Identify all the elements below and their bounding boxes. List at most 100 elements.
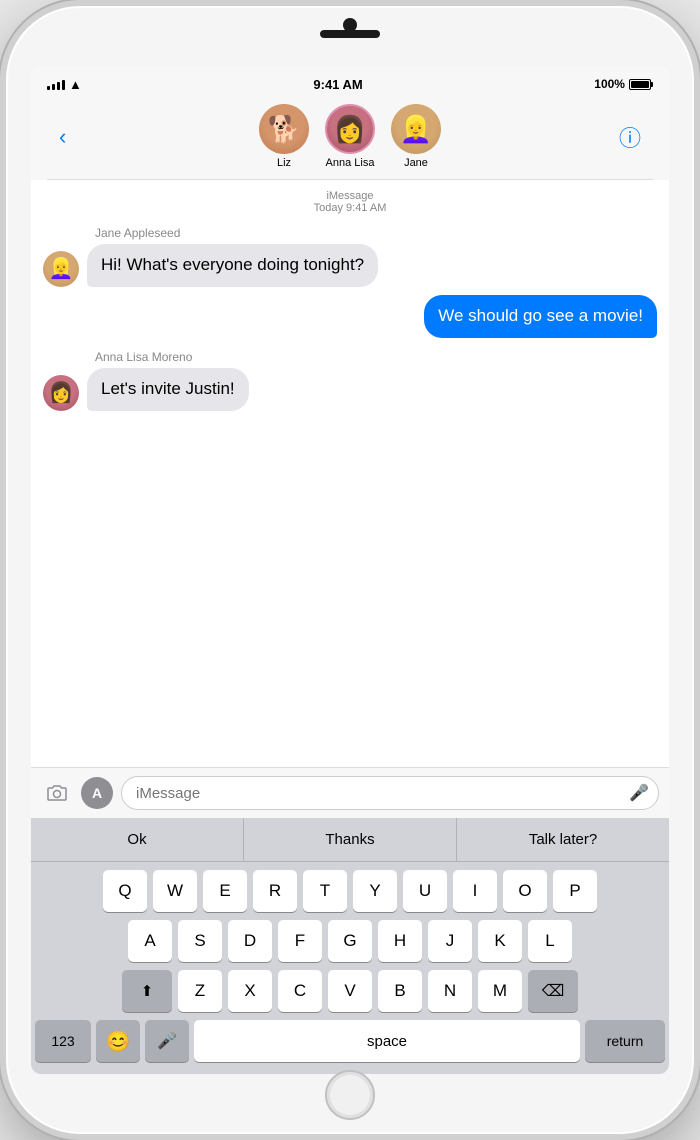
key-space[interactable]: space: [194, 1020, 580, 1062]
key-delete[interactable]: ⌫: [528, 970, 578, 1012]
predictive-talk-later[interactable]: Talk later?: [457, 818, 669, 861]
key-w[interactable]: W: [153, 870, 197, 912]
home-button[interactable]: [325, 1070, 375, 1120]
message-row-2: We should go see a movie!: [43, 295, 657, 338]
key-n[interactable]: N: [428, 970, 472, 1012]
predictive-ok[interactable]: Ok: [31, 818, 244, 861]
key-b[interactable]: B: [378, 970, 422, 1012]
key-k[interactable]: K: [478, 920, 522, 962]
key-r[interactable]: R: [253, 870, 297, 912]
key-row-1: Q W E R T Y U I O P: [35, 870, 665, 912]
contact-anna-name: Anna Lisa: [326, 157, 375, 169]
status-time: 9:41 AM: [313, 77, 362, 92]
key-return[interactable]: return: [585, 1020, 665, 1062]
bubble-2: We should go see a movie!: [424, 295, 657, 338]
sender-jane-label: Jane Appleseed: [95, 226, 657, 240]
back-chevron: ‹: [59, 124, 66, 150]
battery-tip: [651, 82, 653, 87]
camera-icon: [45, 781, 69, 805]
battery-body: [629, 79, 651, 90]
back-button[interactable]: ‹: [59, 120, 89, 154]
timestamp-time: Today 9:41 AM: [43, 202, 657, 214]
predictive-ok-label: Ok: [127, 831, 146, 848]
key-j[interactable]: J: [428, 920, 472, 962]
mic-icon[interactable]: 🎤: [629, 783, 649, 803]
key-z[interactable]: Z: [178, 970, 222, 1012]
info-icon: ⓘ: [619, 126, 641, 151]
timestamp-label: iMessage Today 9:41 AM: [43, 190, 657, 214]
key-p[interactable]: P: [553, 870, 597, 912]
keyboard: Q W E R T Y U I O P A S D F G H J K: [31, 862, 669, 1074]
key-q[interactable]: Q: [103, 870, 147, 912]
input-bar: A 🎤: [31, 767, 669, 818]
key-y[interactable]: Y: [353, 870, 397, 912]
contact-liz-name: Liz: [277, 157, 291, 169]
key-o[interactable]: O: [503, 870, 547, 912]
battery-fill: [631, 81, 649, 88]
key-c[interactable]: C: [278, 970, 322, 1012]
key-row-bottom: 123 😊 🎤 space return: [35, 1020, 665, 1062]
appstore-button[interactable]: A: [81, 777, 113, 809]
avatar-liz: 🐕: [259, 104, 309, 154]
key-row-2: A S D F G H J K L: [35, 920, 665, 962]
key-g[interactable]: G: [328, 920, 372, 962]
key-x[interactable]: X: [228, 970, 272, 1012]
key-shift[interactable]: ⬆: [122, 970, 172, 1012]
message-row-3: 👩 Let's invite Justin!: [43, 368, 657, 411]
avatar-jane: 👱‍♀️: [391, 104, 441, 154]
bubble-1: Hi! What's everyone doing tonight?: [87, 244, 378, 287]
wifi-icon: ▲: [69, 77, 82, 92]
status-left: ▲: [47, 77, 82, 92]
status-right: 100%: [594, 77, 653, 91]
phone-frame: ▲ 9:41 AM 100% ‹: [0, 0, 700, 1140]
bubble-3: Let's invite Justin!: [87, 368, 249, 411]
screen: ▲ 9:41 AM 100% ‹: [31, 66, 669, 1074]
key-d[interactable]: D: [228, 920, 272, 962]
key-mic[interactable]: 🎤: [145, 1020, 189, 1062]
contact-liz[interactable]: 🐕 Liz: [259, 104, 309, 169]
key-l[interactable]: L: [528, 920, 572, 962]
key-numbers[interactable]: 123: [35, 1020, 91, 1062]
battery-icon: [629, 79, 653, 90]
key-s[interactable]: S: [178, 920, 222, 962]
key-e[interactable]: E: [203, 870, 247, 912]
bubble-2-text: We should go see a movie!: [438, 306, 643, 325]
predictive-bar: Ok Thanks Talk later?: [31, 818, 669, 862]
signal-bar-1: [47, 86, 50, 90]
contact-jane[interactable]: 👱‍♀️ Jane: [391, 104, 441, 169]
key-row-3: ⬆ Z X C V B N M ⌫: [35, 970, 665, 1012]
top-bar: ▲ 9:41 AM 100% ‹: [31, 66, 669, 180]
message-avatar-jane: 👱‍♀️: [43, 251, 79, 287]
predictive-thanks[interactable]: Thanks: [244, 818, 457, 861]
camera-button[interactable]: [41, 777, 73, 809]
signal-bar-4: [62, 80, 65, 90]
info-button[interactable]: ⓘ: [611, 121, 641, 153]
contacts-row: 🐕 Liz 👩 Anna Lisa 👱‍♀️ J: [89, 104, 611, 169]
messages-area: iMessage Today 9:41 AM Jane Appleseed 👱‍…: [31, 180, 669, 767]
bubble-3-text: Let's invite Justin!: [101, 379, 235, 398]
message-row-1: 👱‍♀️ Hi! What's everyone doing tonight?: [43, 244, 657, 287]
key-i[interactable]: I: [453, 870, 497, 912]
key-a[interactable]: A: [128, 920, 172, 962]
key-u[interactable]: U: [403, 870, 447, 912]
predictive-talk-later-label: Talk later?: [529, 831, 597, 848]
signal-bar-2: [52, 84, 55, 90]
predictive-thanks-label: Thanks: [325, 831, 374, 848]
status-bar: ▲ 9:41 AM 100%: [47, 72, 653, 96]
message-avatar-anna: 👩: [43, 375, 79, 411]
key-t[interactable]: T: [303, 870, 347, 912]
sender-anna-label: Anna Lisa Moreno: [95, 350, 657, 364]
contact-jane-name: Jane: [404, 157, 428, 169]
key-emoji[interactable]: 😊: [96, 1020, 140, 1062]
bubble-1-text: Hi! What's everyone doing tonight?: [101, 255, 364, 274]
message-input[interactable]: [121, 776, 659, 810]
signal-bar-3: [57, 82, 60, 90]
key-v[interactable]: V: [328, 970, 372, 1012]
avatar-anna: 👩: [325, 104, 375, 154]
contact-anna[interactable]: 👩 Anna Lisa: [325, 104, 375, 169]
key-h[interactable]: H: [378, 920, 422, 962]
speaker-slot: [320, 30, 380, 38]
signal-bars: [47, 78, 65, 90]
key-f[interactable]: F: [278, 920, 322, 962]
key-m[interactable]: M: [478, 970, 522, 1012]
